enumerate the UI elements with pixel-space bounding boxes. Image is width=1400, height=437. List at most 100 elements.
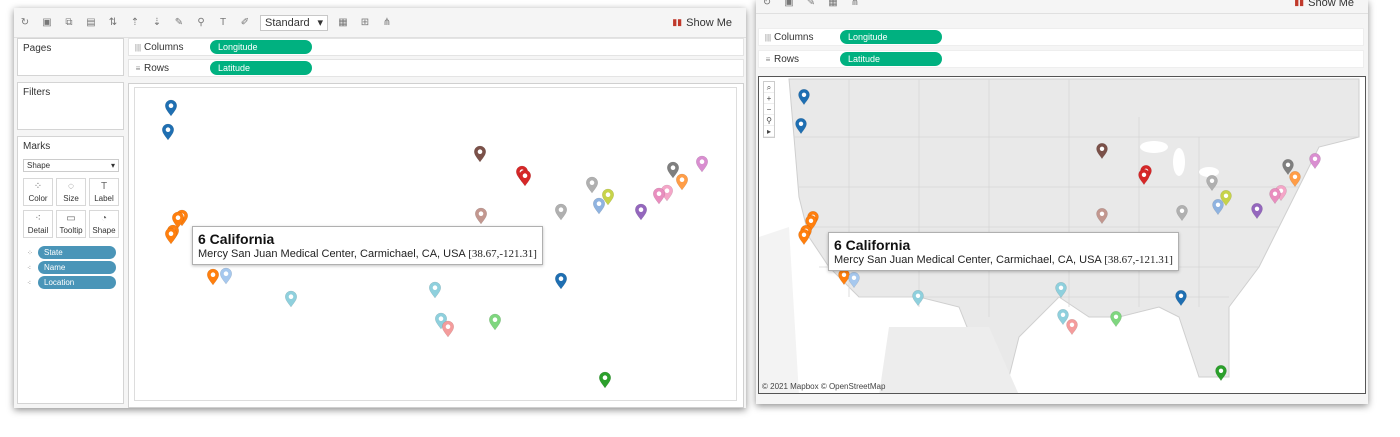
location-marker[interactable] [695, 155, 709, 173]
tooltip-coords: [38.67,-121.31] [1104, 254, 1173, 266]
pushpin-icon[interactable]: ✐ [238, 17, 252, 29]
location-marker[interactable] [592, 197, 606, 215]
location-marker[interactable] [518, 169, 532, 187]
pin-icon[interactable]: ⚲ [194, 17, 208, 29]
view-size-dropdown[interactable]: Standard ▾ [260, 14, 328, 31]
search-icon[interactable]: ⌕ [764, 82, 774, 93]
location-marker[interactable] [598, 371, 612, 389]
text-icon[interactable]: T [216, 17, 230, 29]
size-button[interactable]: ◌ Size [56, 178, 86, 206]
pages-title: Pages [23, 43, 52, 54]
pages-card[interactable]: Pages [17, 38, 124, 76]
shapes-icon: ◔ [100, 213, 108, 224]
zoom-in-icon[interactable]: + [764, 93, 774, 104]
share-icon[interactable]: ⋔ [380, 17, 394, 29]
great-lake [1140, 141, 1168, 153]
show-me-button[interactable]: ▮▮ Show Me [672, 17, 732, 29]
tooltip-button[interactable]: ▭ Tooltip [56, 210, 86, 238]
size-icon: ◌ [68, 181, 74, 192]
mark-type-dropdown[interactable]: Shape ▾ [23, 159, 119, 172]
location-marker[interactable] [473, 145, 487, 163]
redo-icon[interactable]: ↻ [760, 0, 774, 9]
tooltip-coords: [38.67,-121.31] [468, 248, 537, 260]
latitude-pill[interactable]: Latitude [840, 52, 942, 66]
show-me-button[interactable]: ▮▮ Show Me [1294, 0, 1354, 9]
location-marker[interactable] [652, 187, 666, 205]
location-marker[interactable] [164, 227, 178, 245]
great-lake [1173, 148, 1185, 176]
location-marker[interactable] [219, 267, 233, 285]
highlight-icon[interactable]: ✎ [172, 17, 186, 29]
state-pill[interactable]: State [38, 246, 116, 259]
location-marker[interactable] [634, 203, 648, 221]
name-pill[interactable]: Name [38, 261, 116, 274]
new-worksheet-icon[interactable]: ▣ [782, 0, 796, 9]
columns-shelf[interactable]: ||| Columns Longitude [128, 38, 744, 56]
marks-title: Marks [23, 141, 51, 152]
columns-icon: ||| [134, 42, 142, 52]
mark-type-value: Shape [27, 161, 51, 170]
detail-icon: ⁖ [27, 280, 32, 287]
speech-bubble-icon: ▭ [66, 213, 76, 224]
location-marker[interactable] [585, 176, 599, 194]
duplicate-icon[interactable]: ⧉ [62, 17, 76, 29]
filters-card[interactable]: Filters [17, 82, 124, 130]
location-marker[interactable] [206, 268, 220, 286]
presentation-icon[interactable]: ⊞ [358, 17, 372, 29]
label-button[interactable]: T Label [89, 178, 119, 206]
location-marker[interactable] [474, 207, 488, 225]
location-marker[interactable] [554, 203, 568, 221]
location-marker[interactable] [488, 313, 502, 331]
toolbar: ↻ ▣ ⧉ ▤ ⇅ ⇡ ⇣ ✎ ⚲ T ✐ Standard ▾ ▦ ⊞ ⋔ ▮… [14, 8, 746, 38]
new-worksheet-icon[interactable]: ▣ [40, 17, 54, 29]
rows-shelf[interactable]: ≡ Rows Latitude [128, 59, 744, 77]
share-icon[interactable]: ⋔ [848, 0, 862, 9]
location-tooltip: 6 California Mercy San Juan Medical Cent… [828, 232, 1179, 271]
pin-icon[interactable]: ⚲ [764, 115, 774, 126]
toolbar-cropped: ↻ ▣ ✎ ▦ ⋔ ▮▮ Show Me [756, 0, 1368, 14]
great-lake [1199, 167, 1219, 177]
location-marker[interactable] [428, 281, 442, 299]
rows-label: Rows [144, 62, 170, 74]
columns-icon: ||| [764, 32, 772, 42]
detail-button[interactable]: ⁖ Detail [23, 210, 53, 238]
latitude-pill[interactable]: Latitude [210, 61, 312, 75]
location-marker[interactable] [284, 290, 298, 308]
columns-shelf[interactable]: ||| Columns Longitude [758, 28, 1364, 46]
sort-desc-icon[interactable]: ⇣ [150, 17, 164, 29]
tooltip-label: Tooltip [59, 226, 83, 235]
color-label: Color [28, 194, 48, 203]
location-marker[interactable] [441, 320, 455, 338]
map-controls: ⌕ + − ⚲ ▸ [763, 81, 775, 138]
color-dots-icon: ⁘ [33, 181, 43, 192]
play-icon[interactable]: ▸ [764, 126, 774, 137]
card-icon[interactable]: ▦ [336, 17, 350, 29]
location-marker[interactable] [666, 161, 680, 179]
chevron-down-icon: ▾ [317, 17, 323, 29]
card-icon[interactable]: ▦ [826, 0, 840, 9]
longitude-pill[interactable]: Longitude [210, 40, 312, 54]
filters-title: Filters [23, 87, 51, 98]
tooltip-detail: Mercy San Juan Medical Center, Carmichae… [834, 253, 1173, 267]
location-pill[interactable]: Location [38, 276, 116, 289]
rows-icon: ≡ [135, 63, 141, 73]
view-size-value: Standard [265, 16, 310, 29]
color-button[interactable]: ⁘ Color [23, 178, 53, 206]
size-label: Size [63, 194, 79, 203]
shape-button[interactable]: ◔ Shape [89, 210, 119, 238]
longitude-pill[interactable]: Longitude [840, 30, 942, 44]
detail-icon: ⁖ [35, 213, 41, 224]
zoom-out-icon[interactable]: − [764, 104, 774, 115]
sort-asc-icon[interactable]: ⇡ [128, 17, 142, 29]
swap-icon[interactable]: ⇅ [106, 17, 120, 29]
location-marker[interactable] [161, 123, 175, 141]
location-marker[interactable] [554, 272, 568, 290]
clear-sheet-icon[interactable]: ▤ [84, 17, 98, 29]
tooltip-location-name: Mercy San Juan Medical Center, Carmichae… [198, 248, 466, 260]
tooltip-location-name: Mercy San Juan Medical Center, Carmichae… [834, 254, 1102, 266]
highlight-icon[interactable]: ✎ [804, 0, 818, 9]
location-marker[interactable] [164, 99, 178, 117]
redo-icon[interactable]: ↻ [18, 17, 32, 29]
rows-shelf[interactable]: ≡ Rows Latitude [758, 50, 1364, 68]
location-marker[interactable] [675, 173, 689, 191]
